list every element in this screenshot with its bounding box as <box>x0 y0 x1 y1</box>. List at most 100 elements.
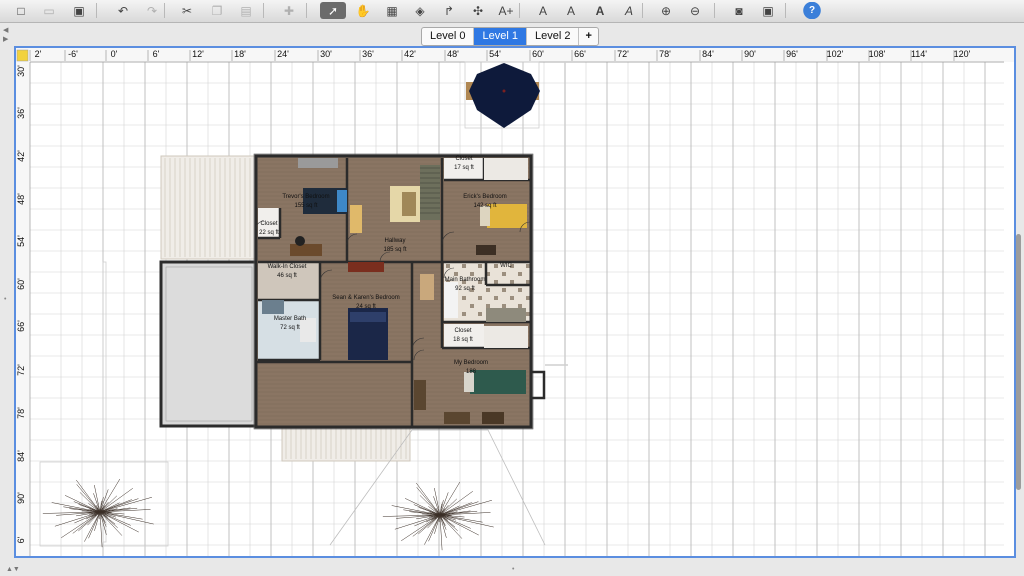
top-ruler-label: 24' <box>277 49 289 59</box>
my-bed <box>470 370 526 394</box>
hallway-rug-pattern <box>402 192 416 216</box>
add-furniture-icon[interactable]: ✚ <box>276 2 302 19</box>
cut-icon[interactable]: ✂ <box>174 2 200 19</box>
room-label-name: Sean & Karen's Bedroom <box>332 295 400 301</box>
top-ruler-label: 36' <box>362 49 374 59</box>
bathtub <box>262 300 284 314</box>
top-ruler-label: 54' <box>489 49 501 59</box>
add-text-icon[interactable]: A+ <box>493 2 519 19</box>
room-label-name: Closet <box>455 156 472 162</box>
window-seat <box>298 158 338 168</box>
top-ruler-label: -6' <box>68 49 78 59</box>
bath-tile <box>502 304 506 308</box>
top-ruler-label: 96' <box>786 49 798 59</box>
room-label-name: Master Bath <box>274 316 306 322</box>
bath-tile <box>502 272 506 276</box>
create-polylines-icon[interactable]: ↱ <box>436 2 462 19</box>
plan-view[interactable]: 2' -6' 0' 6' 12' 18' 24' 30' 36' 42' 48' 54' 60' 66' 7… <box>14 46 1016 558</box>
bath-tile <box>454 272 458 276</box>
create-video-icon[interactable]: ▣ <box>755 2 781 19</box>
top-ruler-label: 48' <box>447 49 459 59</box>
toolbar-separator <box>164 3 165 18</box>
floor-plan-canvas[interactable]: 2' -6' 0' 6' 12' 18' 24' 30' 36' 42' 48' 54' 60' 66' 7… <box>16 48 1014 556</box>
left-ruler-label: 42' <box>16 150 26 162</box>
redo-icon[interactable]: ↷ <box>139 2 165 19</box>
room-label-area: 18 sq ft <box>453 337 473 343</box>
closet-shelf <box>484 158 528 180</box>
copy-icon[interactable]: ❐ <box>204 2 230 19</box>
vertical-scrollbar[interactable] <box>1016 234 1021 490</box>
decrease-text-size-icon[interactable]: A <box>558 2 584 19</box>
room-label-name: Walk-In Closet <box>268 264 307 270</box>
bath-tile <box>470 272 474 276</box>
left-ruler <box>16 48 30 556</box>
help-icon[interactable]: ? <box>799 2 825 19</box>
open-icon[interactable]: ▭ <box>36 2 62 19</box>
bath-tile <box>518 304 522 308</box>
room-label-area: 17 sq ft <box>454 165 474 171</box>
paste-icon[interactable]: ▤ <box>233 2 259 19</box>
room-label-name: Closet <box>454 328 471 334</box>
level-tabs: Level 0 Level 1 Level 2 + <box>421 27 599 46</box>
level-tab-0[interactable]: Level 0 <box>422 28 475 45</box>
level-tab-1[interactable]: Level 1 <box>474 28 527 45</box>
save-icon[interactable]: ▣ <box>66 2 92 19</box>
top-ruler <box>16 48 1014 62</box>
create-walls-icon[interactable]: ▦ <box>379 2 405 19</box>
bottom-splitter-handle[interactable]: • <box>512 566 514 573</box>
bath-tile <box>494 264 498 268</box>
pan-mode-icon[interactable]: ✋ <box>350 2 376 19</box>
left-ruler-label: 36' <box>16 107 26 119</box>
bath-tile <box>486 288 490 292</box>
select-mode-icon[interactable]: ➚ <box>320 2 346 19</box>
ruler-corner-icon <box>16 49 29 62</box>
level-tab-2[interactable]: Level 2 <box>527 28 580 45</box>
toolbar-separator <box>263 3 264 18</box>
bath-tile <box>462 264 466 268</box>
bath-tile <box>478 296 482 300</box>
bath-tile <box>462 312 466 316</box>
top-ruler-label: 78' <box>659 49 671 59</box>
toolbar-separator <box>96 3 97 18</box>
create-dimensions-icon[interactable]: ✣ <box>465 2 491 19</box>
toolbar-separator <box>306 3 307 18</box>
room-label-name: Main Bathroom <box>445 277 486 283</box>
bath-tile <box>494 280 498 284</box>
bath-tile <box>526 280 530 284</box>
create-rooms-icon[interactable]: ◈ <box>407 2 433 19</box>
my-pillow <box>464 372 474 392</box>
room-label-area: 142 sq ft <box>473 203 496 209</box>
splitter-arrows[interactable]: ◀ ▶ <box>3 26 8 44</box>
room-label-area: 72 sq ft <box>280 325 300 331</box>
bold-text-icon[interactable]: A <box>587 2 613 19</box>
new-home-icon[interactable]: □ <box>8 2 34 19</box>
increase-text-size-icon[interactable]: A <box>530 2 556 19</box>
top-ruler-label: 60' <box>532 49 544 59</box>
room-label-name: My Bedroom <box>454 360 488 366</box>
left-ruler-label: 30' <box>16 65 26 77</box>
italic-text-icon[interactable]: A <box>616 2 642 19</box>
undo-icon[interactable]: ↶ <box>110 2 136 19</box>
zoom-in-icon[interactable]: ⊕ <box>653 2 679 19</box>
erick-pillow <box>480 206 490 226</box>
add-level-button[interactable]: + <box>579 28 597 45</box>
top-ruler-label: 0' <box>111 49 118 59</box>
splitter-handle[interactable]: • <box>4 296 6 303</box>
bottom-splitter-arrows[interactable]: ▲▼ <box>6 566 20 573</box>
master-bed-pillow <box>350 312 386 322</box>
left-ruler-label: 54' <box>16 235 26 247</box>
room-label-area: 92 sq ft <box>455 286 475 292</box>
top-ruler-label: 114' <box>911 49 927 59</box>
top-ruler-label: 2' <box>35 49 42 59</box>
zoom-out-icon[interactable]: ⊖ <box>682 2 708 19</box>
bath-tile <box>494 296 498 300</box>
toolbar-separator <box>519 3 520 18</box>
bath-tile <box>486 304 490 308</box>
room-label-area: 188 <box>466 369 477 375</box>
my-nightstand <box>482 412 504 424</box>
bath-tile <box>470 304 474 308</box>
left-ruler-label: 48' <box>16 193 26 205</box>
bath-tile <box>510 296 514 300</box>
create-photo-icon[interactable]: ◙ <box>726 2 752 19</box>
left-ruler-label: 78' <box>16 407 26 419</box>
